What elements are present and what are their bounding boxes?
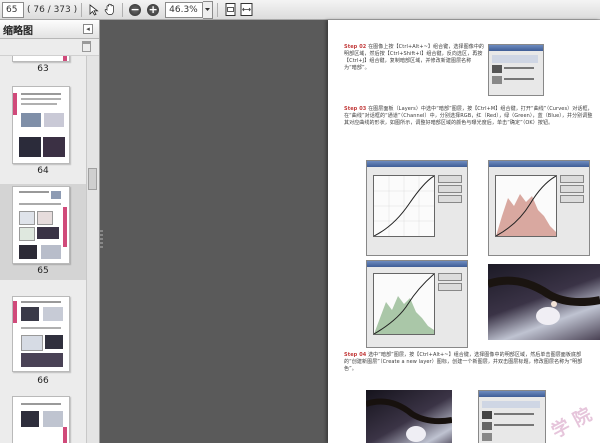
step-body: 选中“暗部”图层，按【Ctrl+Alt+~】组合键，选择图像中的明部区域，然后单… [344,352,583,372]
curves-dialog-rgb [366,160,468,256]
thumbnail-page-number: 65 [37,266,49,276]
zoom-in-icon[interactable]: + [145,2,161,18]
thumbnail-item[interactable]: 63 [0,56,86,80]
scrollbar-thumb[interactable] [88,168,97,190]
page-thumbnail[interactable] [12,296,70,372]
fit-width-icon[interactable] [238,2,254,18]
thumbnail-page-number: 64 [37,166,49,176]
thumbnail-item[interactable]: 64 [0,84,86,180]
panel-resize-handle[interactable] [100,230,103,248]
zoom-field[interactable]: 46.3% [165,1,204,18]
page-thumbnail[interactable] [12,86,70,164]
step-04-text: Step 04 选中“暗部”图层，按【Ctrl+Alt+~】组合键，选择图像中的… [344,352,594,373]
separator [122,2,124,17]
result-photo [488,264,600,340]
step-04-photo [366,390,452,443]
thumbnails-panel-header: 缩略图 ◂ [0,20,99,39]
thumbnail-list: 63 64 65 66 [0,56,86,443]
zoom-dropdown-button[interactable] [203,0,214,19]
step-heading: Step 03 [344,106,367,112]
layers-panel-screenshot [488,44,544,96]
panel-options-icon[interactable]: ◂ [83,24,93,34]
thumbnail-item[interactable]: 66 [0,296,86,392]
fit-page-icon[interactable] [222,2,238,18]
chevron-down-icon [205,8,211,11]
thumbnail-item-selected[interactable]: 65 [0,184,86,280]
thumbnail-page-number: 66 [37,376,49,386]
toolbar: 65 ( 76 / 373 ) − + 46.3% [0,0,600,20]
watermark: 学 院 [547,404,596,443]
thumbnails-panel: 缩略图 ◂ 63 64 65 66 [0,20,100,443]
page-count-label: ( 76 / 373 ) [27,4,78,15]
curves-dialog-green [366,260,468,348]
page-thumbnail[interactable] [12,56,70,62]
thumbnails-toolbar [0,39,99,56]
layers-panel-screenshot-2 [478,390,546,443]
separator [81,2,83,17]
thumbnails-scrollbar[interactable] [86,56,99,443]
page-number-field[interactable]: 65 [2,1,24,18]
step-body: 在图层面板（Layers）中选中“暗部”图层，按【Ctrl+M】组合键，打开“曲… [344,106,593,126]
page-thumbnail[interactable] [12,396,70,443]
thumbnails-panel-title: 缩略图 [3,25,33,37]
page-thumbnail[interactable] [12,186,70,264]
separator [217,2,219,17]
step-heading: Step 02 [344,44,367,50]
thumbnail-item[interactable] [0,396,86,443]
document-page: Step 02 在图像上按【Ctrl+Alt+~】组合键，选择图像中的明部区域，… [328,20,600,443]
trash-icon[interactable] [82,41,91,52]
hand-tool-icon[interactable] [102,2,118,18]
step-heading: Step 04 [344,352,367,358]
thumbnail-page-number: 63 [37,64,49,74]
zoom-out-icon[interactable]: − [127,2,143,18]
select-arrow-icon[interactable] [86,2,102,18]
step-03-text: Step 03 在图层面板（Layers）中选中“暗部”图层，按【Ctrl+M】… [344,106,594,127]
step-02-text: Step 02 在图像上按【Ctrl+Alt+~】组合键，选择图像中的明部区域，… [344,44,484,72]
curves-dialog-red [488,160,590,256]
